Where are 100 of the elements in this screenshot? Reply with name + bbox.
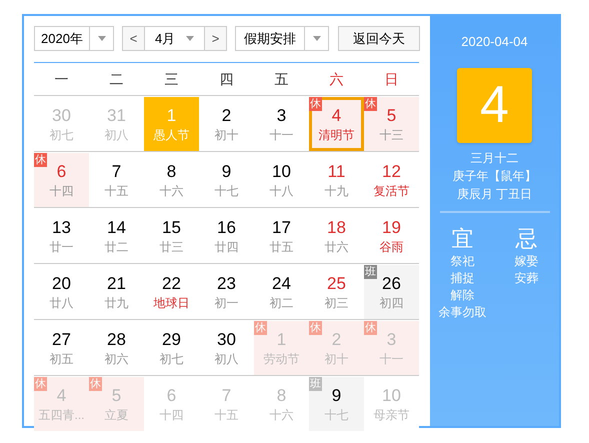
lunar-text: 初二 <box>270 295 294 311</box>
lunar-text: 清明节 <box>318 127 354 143</box>
selected-date: 2020-04-04 <box>461 33 528 51</box>
day-number: 8 <box>166 161 176 183</box>
lunar-text: 廿八 <box>50 295 74 311</box>
weekday-header: 二 <box>89 63 144 96</box>
prev-month-button[interactable]: < <box>123 27 145 50</box>
lunar-text: 十四 <box>50 183 74 199</box>
lunar-text: 十七 <box>214 183 238 199</box>
day-number: 5 <box>112 385 122 407</box>
day-number: 17 <box>272 217 291 239</box>
lunar-text: 初一 <box>214 295 238 311</box>
month-select[interactable]: 4月 <box>145 28 204 48</box>
day-number: 1 <box>166 105 176 127</box>
day-number: 4 <box>332 105 342 127</box>
day-number: 4 <box>56 385 66 407</box>
lunar-text: 十一 <box>380 351 404 367</box>
next-month-button[interactable]: > <box>204 27 226 50</box>
lunar-text: 五四青... <box>38 407 84 423</box>
day-number: 21 <box>107 273 126 295</box>
day-cell[interactable]: 休 6 十四 <box>34 153 89 207</box>
day-number: 10 <box>272 161 291 183</box>
lunar-text: 十六 <box>270 407 294 423</box>
day-number: 12 <box>382 161 401 183</box>
day-badge: 休 <box>364 321 377 335</box>
day-number: 16 <box>217 217 236 239</box>
day-number: 5 <box>386 105 396 127</box>
day-number: 18 <box>327 217 346 239</box>
weekday-header: 日 <box>364 63 419 96</box>
bad-item: 嫁娶 <box>514 252 538 270</box>
day-cell[interactable]: 班 9 十七 <box>309 377 364 431</box>
day-number: 9 <box>332 385 342 407</box>
lunar-text: 廿五 <box>270 239 294 255</box>
day-cell[interactable]: 休 5 十三 <box>364 97 419 151</box>
day-number: 10 <box>382 385 401 407</box>
holiday-select[interactable]: 假期安排 <box>235 26 329 51</box>
day-number: 30 <box>52 105 71 127</box>
ganzhi-month-day: 庚辰月 丁丑日 <box>456 184 532 202</box>
day-cell[interactable]: 班 26 初四 <box>364 265 419 319</box>
day-cell[interactable]: 休 4 清明节 <box>309 97 364 151</box>
day-number: 14 <box>107 217 126 239</box>
weekday-header: 一 <box>34 63 89 96</box>
lunar-text: 复活节 <box>374 183 410 199</box>
back-to-today-button[interactable]: 返回今天 <box>338 26 420 51</box>
day-badge: 休 <box>364 97 377 111</box>
day-number: 8 <box>276 385 286 407</box>
lunar-text: 十三 <box>380 127 404 143</box>
lunar-text: 劳动节 <box>264 351 300 367</box>
lunar-text: 初五 <box>50 351 74 367</box>
day-number: 28 <box>107 329 126 351</box>
good-item: 祭祀 <box>450 252 474 270</box>
lunar-date: 三月十二 <box>470 150 518 166</box>
day-badge: 休 <box>309 97 322 111</box>
lunar-text: 初七 <box>160 351 184 367</box>
day-badge: 班 <box>309 377 322 391</box>
lunar-text: 十五 <box>104 183 128 199</box>
day-number: 26 <box>382 273 401 295</box>
lunar-text: 初四 <box>380 295 404 311</box>
lunar-text: 廿二 <box>104 239 128 255</box>
year-select[interactable]: 2020年 <box>34 26 114 51</box>
lunar-text: 母亲节 <box>374 407 410 423</box>
day-badge: 班 <box>364 265 377 279</box>
day-number: 31 <box>107 105 126 127</box>
lunar-text: 十六 <box>160 183 184 199</box>
day-number: 3 <box>386 329 396 351</box>
weekday-header: 四 <box>199 63 254 96</box>
day-badge: 休 <box>254 321 267 335</box>
lunar-text: 十九 <box>324 183 348 199</box>
lunar-text: 初八 <box>104 127 128 143</box>
day-number: 30 <box>217 329 236 351</box>
lunar-text: 十七 <box>324 407 348 423</box>
day-number: 2 <box>222 105 232 127</box>
big-day-number: 4 <box>457 68 532 142</box>
lunar-text: 愚人节 <box>154 127 190 143</box>
lunar-text: 初三 <box>324 295 348 311</box>
lunar-text: 十四 <box>160 407 184 423</box>
weekday-header: 五 <box>254 63 309 96</box>
day-badge: 休 <box>309 321 322 335</box>
lunar-text: 初十 <box>324 351 348 367</box>
lunar-text: 廿九 <box>104 295 128 311</box>
lunar-text: 初六 <box>104 351 128 367</box>
day-badge: 休 <box>34 153 47 167</box>
lunar-text: 十八 <box>270 183 294 199</box>
day-number: 7 <box>112 161 122 183</box>
lunar-text: 地球日 <box>154 295 190 311</box>
day-number: 29 <box>162 329 181 351</box>
good-item: 捕捉 <box>450 270 474 286</box>
day-number: 24 <box>272 273 291 295</box>
ganzhi-year: 庚子年【鼠年】 <box>452 168 536 184</box>
lunar-text: 十五 <box>214 407 238 423</box>
caret-icon <box>312 36 320 41</box>
day-number: 3 <box>276 105 286 127</box>
day-number: 20 <box>52 273 71 295</box>
bad-title: 忌 <box>516 224 538 252</box>
day-number: 19 <box>382 217 401 239</box>
lunar-text: 廿三 <box>160 239 184 255</box>
day-number: 23 <box>217 273 236 295</box>
day-badge: 休 <box>89 377 102 391</box>
day-number: 25 <box>327 273 346 295</box>
day-number: 1 <box>276 329 286 351</box>
